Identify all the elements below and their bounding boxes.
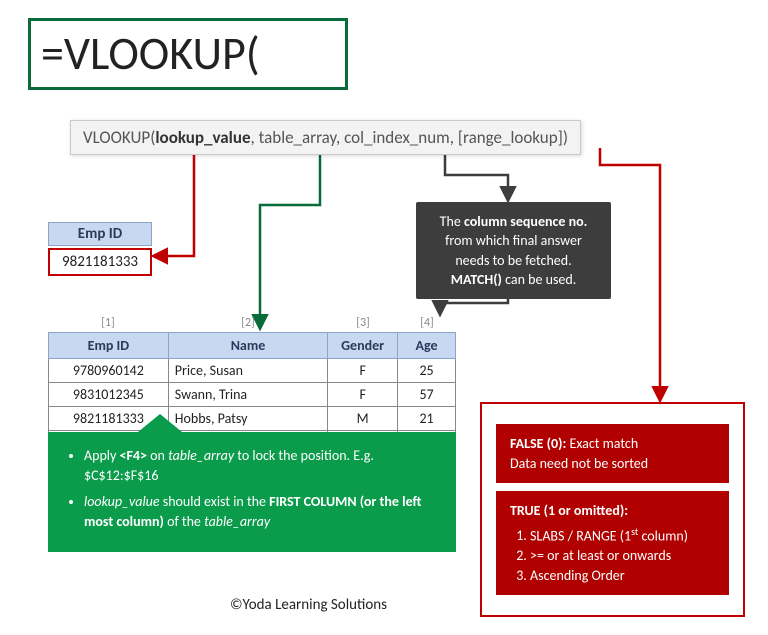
col-index-tip: The column sequence no. from which final… xyxy=(416,202,611,299)
col-idx-2: [2] xyxy=(168,316,328,330)
range-lookup-false: FALSE (0): Exact match Data need not be … xyxy=(496,424,729,483)
cell-gender: F xyxy=(328,383,398,407)
cell-name: Swann, Trina xyxy=(168,383,327,407)
formula-cell: =VLOOKUP( xyxy=(28,18,348,90)
cell-gender: M xyxy=(328,407,398,431)
table-array-tip: Apply <F4> on table_array to lock the po… xyxy=(48,432,456,552)
th-age: Age xyxy=(398,333,456,359)
th-gender: Gender xyxy=(328,333,398,359)
cell-age: 57 xyxy=(398,383,456,407)
tooltip-arg-table-array: table_array xyxy=(259,127,336,148)
lookup-value-cell: Emp ID 9821181333 xyxy=(48,222,152,276)
col-idx-1: [1] xyxy=(48,316,168,330)
tip-line-1: Apply <F4> on table_array to lock the po… xyxy=(84,446,438,486)
cell-age: 25 xyxy=(398,359,456,383)
empid-value: 9821181333 xyxy=(48,248,152,276)
table-row: 9821181333 Hobbs, Patsy M 21 xyxy=(49,407,456,431)
true-rule-2: >= or at least or onwards xyxy=(530,546,715,566)
cell-name: Hobbs, Patsy xyxy=(168,407,327,431)
th-name: Name xyxy=(168,333,327,359)
column-index-labels: [1] [2] [3] [4] xyxy=(48,316,456,330)
th-empid: Emp ID xyxy=(49,333,169,359)
true-rule-1: SLABS / RANGE (1st column) xyxy=(530,525,715,546)
empid-header: Emp ID xyxy=(48,222,152,246)
true-rule-3: Ascending Order xyxy=(530,566,715,586)
tooltip-arg-col-index: col_index_num xyxy=(344,127,450,148)
tip-line-2: lookup_value should exist in the FIRST C… xyxy=(84,492,438,532)
col-idx-4: [4] xyxy=(398,316,456,330)
table-row: 9780960142 Price, Susan F 25 xyxy=(49,359,456,383)
range-lookup-tip: FALSE (0): Exact match Data need not be … xyxy=(480,402,745,617)
cell-name: Price, Susan xyxy=(168,359,327,383)
tooltip-arg-range-lookup: [range_lookup] xyxy=(458,127,563,148)
table-header-row: Emp ID Name Gender Age xyxy=(49,333,456,359)
tooltip-arg-lookup-value: lookup_value xyxy=(155,127,250,148)
cell-id: 9780960142 xyxy=(49,359,169,383)
range-lookup-true: TRUE (1 or omitted): SLABS / RANGE (1st … xyxy=(496,491,729,595)
formula-tooltip: VLOOKUP(lookup_value, table_array, col_i… xyxy=(70,120,581,155)
tooltip-fn: VLOOKUP xyxy=(83,127,150,148)
cell-id: 9831012345 xyxy=(49,383,169,407)
copyright: ©Yoda Learning Solutions xyxy=(230,596,387,614)
col-idx-3: [3] xyxy=(328,316,398,330)
cell-age: 21 xyxy=(398,407,456,431)
table-row: 9831012345 Swann, Trina F 57 xyxy=(49,383,456,407)
cell-gender: F xyxy=(328,359,398,383)
